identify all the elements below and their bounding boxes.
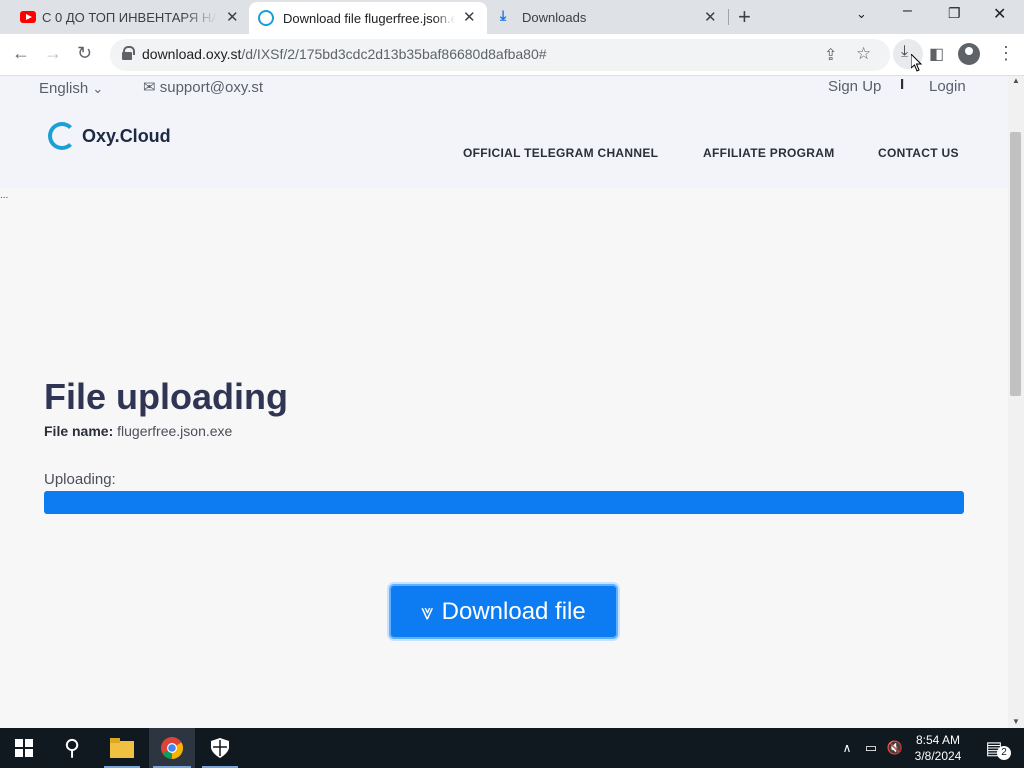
profile-avatar-icon[interactable] — [958, 43, 980, 65]
chevron-down-icon: ⌄ — [92, 81, 104, 96]
site-header: English ⌄ ✉ support@oxy.st Sign Up I Log… — [0, 76, 1008, 188]
bookmark-star-icon[interactable]: ☆ — [856, 44, 871, 64]
page-title: File uploading — [44, 376, 288, 417]
web-page: English ⌄ ✉ support@oxy.st Sign Up I Log… — [0, 76, 1008, 728]
download-icon: ⤓ — [901, 43, 909, 60]
support-email-link[interactable]: ✉ support@oxy.st — [143, 78, 263, 96]
security-shield-icon[interactable] — [198, 728, 242, 768]
tab-youtube[interactable]: С 0 ДО ТОП ИНВЕНТАРЯ НА РИ ✕ — [12, 0, 247, 34]
url-domain: download.oxy.st — [142, 46, 242, 62]
download-file-label: Download file — [441, 597, 586, 625]
tab-title: Download file flugerfree.json.exe — [283, 10, 455, 26]
download-icon: ⤓ — [500, 7, 507, 23]
url-path: /d/IXSf/2/175bd3cdc2d13b35baf86680d8afba… — [241, 46, 547, 62]
auth-divider: I — [900, 76, 905, 93]
close-tab-icon[interactable]: ✕ — [704, 8, 717, 26]
volume-muted-icon[interactable]: 🔇 — [884, 728, 906, 768]
browser-toolbar: ← → ↻ download.oxy.st/d/IXSf/2/175bd3cdc… — [0, 34, 1024, 76]
clock-date: 3/8/2024 — [914, 749, 962, 763]
sign-up-link[interactable]: Sign Up — [828, 78, 881, 95]
nav-telegram-channel[interactable]: OFFICIAL TELEGRAM CHANNEL — [463, 146, 658, 160]
youtube-icon — [20, 11, 36, 23]
network-icon[interactable]: ▭ — [860, 728, 882, 768]
download-file-button[interactable]: ⩔ Download file — [389, 584, 618, 639]
minimize-icon[interactable]: – — [903, 2, 912, 20]
double-chevron-down-icon: ⩔ — [421, 598, 434, 624]
uploading-label: Uploading: — [44, 471, 116, 488]
restore-icon[interactable]: ❐ — [948, 5, 961, 22]
support-email: support@oxy.st — [159, 79, 264, 96]
side-panel-icon[interactable]: ◧ — [929, 44, 944, 64]
menu-kebab-icon[interactable]: ⋮ — [997, 43, 1015, 64]
progress-fill — [44, 491, 964, 514]
back-icon[interactable]: ← — [12, 43, 30, 64]
language-label: English — [39, 80, 89, 97]
address-bar[interactable]: download.oxy.st/d/IXSf/2/175bd3cdc2d13b3… — [110, 39, 890, 71]
login-link[interactable]: Login — [929, 78, 966, 95]
scroll-down-icon[interactable]: ▼ — [1012, 717, 1020, 726]
windows-taskbar: ⚲ ∧ ▭ 🔇 8:54 AM 3/8/2024 ▤ 2 — [0, 728, 1024, 768]
system-clock[interactable]: 8:54 AM 3/8/2024 — [908, 732, 968, 764]
file-name-value: flugerfree.json.exe — [117, 423, 233, 439]
scroll-up-icon[interactable]: ▲ — [1012, 76, 1020, 85]
chrome-taskbar-icon[interactable] — [149, 728, 195, 768]
scrollbar-thumb[interactable] — [1010, 132, 1021, 396]
close-tab-icon[interactable]: ✕ — [226, 8, 239, 26]
upload-progress-bar — [44, 491, 964, 514]
share-icon[interactable]: ⇪ — [824, 45, 837, 65]
notification-center-icon[interactable]: ▤ 2 — [976, 728, 1012, 768]
close-tab-icon[interactable]: ✕ — [463, 8, 476, 26]
language-selector[interactable]: English ⌄ — [39, 80, 103, 97]
stray-text: ... — [0, 190, 9, 201]
oxy-cloud-logo-icon[interactable] — [48, 122, 76, 150]
tab-title: Downloads — [522, 9, 587, 25]
tab-title: С 0 ДО ТОП ИНВЕНТАРЯ НА РИ — [42, 9, 217, 25]
hidden-icons-chevron-icon[interactable]: ∧ — [838, 728, 856, 768]
lock-icon[interactable] — [122, 46, 135, 60]
file-name-label: File name: — [44, 423, 114, 439]
tab-downloads[interactable]: ⤓ Downloads ✕ — [490, 0, 726, 34]
windows-start-icon[interactable] — [0, 728, 48, 768]
nav-contact-us[interactable]: CONTACT US — [878, 146, 959, 160]
file-explorer-icon[interactable] — [100, 728, 144, 768]
oxy-cloud-icon — [258, 10, 274, 26]
url-text[interactable]: download.oxy.st/d/IXSf/2/175bd3cdc2d13b3… — [142, 46, 547, 62]
tab-search-icon[interactable]: ⌄ — [856, 6, 867, 22]
envelope-icon: ✉ — [143, 79, 156, 96]
file-name-row: File name: flugerfree.json.exe — [44, 423, 232, 439]
new-tab-icon[interactable]: + — [738, 4, 751, 30]
clock-time: 8:54 AM — [915, 733, 961, 747]
window-close-icon[interactable]: ✕ — [993, 4, 1006, 24]
nav-affiliate-program[interactable]: AFFILIATE PROGRAM — [703, 146, 835, 160]
tab-divider — [728, 9, 729, 25]
notification-count-badge: 2 — [997, 746, 1011, 760]
forward-icon[interactable]: → — [44, 43, 62, 64]
reload-icon[interactable]: ↻ — [77, 43, 92, 64]
search-icon[interactable]: ⚲ — [48, 728, 96, 768]
tab-strip: С 0 ДО ТОП ИНВЕНТАРЯ НА РИ ✕ Download fi… — [0, 0, 1024, 34]
logo-text[interactable]: Oxy.Cloud — [82, 126, 171, 147]
tab-download-file[interactable]: Download file flugerfree.json.exe ✕ — [249, 2, 487, 34]
mouse-cursor-icon — [911, 54, 923, 72]
